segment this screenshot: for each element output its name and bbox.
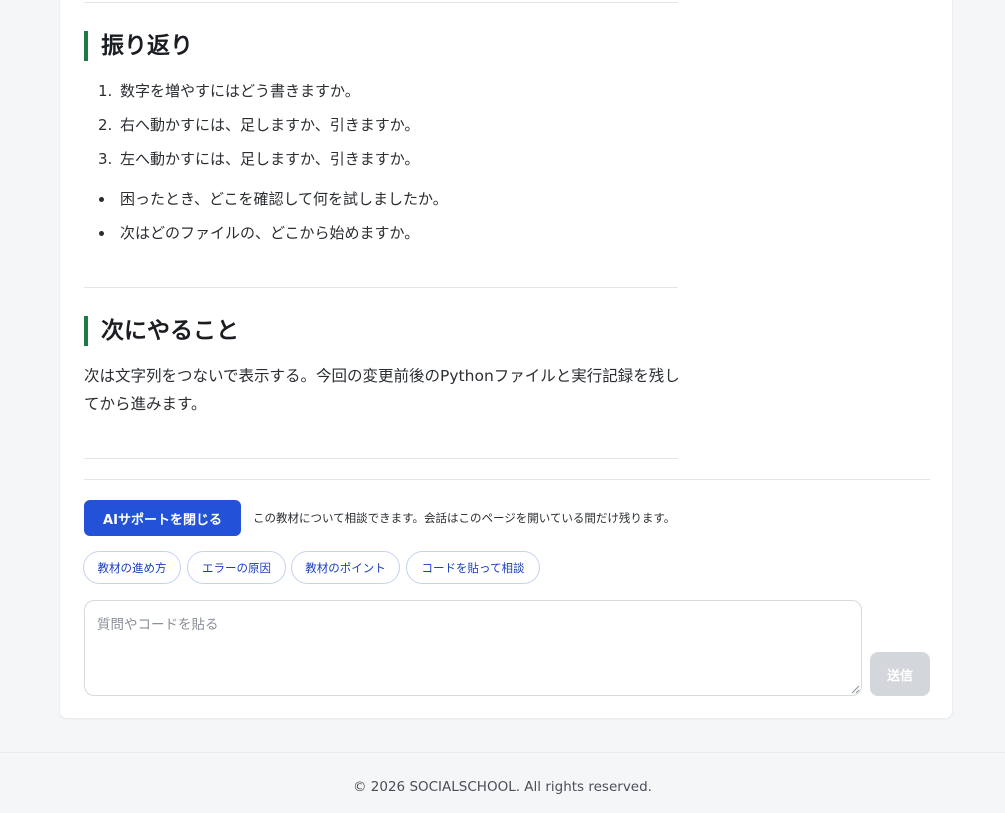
review-heading: 振り返り <box>84 31 193 61</box>
chip-lesson-progress[interactable]: 教材の進め方 <box>83 551 181 584</box>
chip-error-cause[interactable]: エラーの原因 <box>187 551 286 584</box>
review-question-1: 1. 数字を増やすにはどう書きますか。 <box>98 82 360 100</box>
footer-divider <box>0 752 1005 753</box>
review-bullet-1: 困ったとき、どこを確認して何を試しましたか。 <box>98 182 448 216</box>
chip-lesson-points[interactable]: 教材のポイント <box>291 551 400 584</box>
next-paragraph: 次は文字列をつないで表示する。今回の変更前後のPythonファイルと実行記録を残… <box>84 367 680 413</box>
top-divider <box>84 2 678 3</box>
ai-support-note: この教材について相談できます。会話はこのページを開いている間だけ残ります。 <box>253 511 676 525</box>
review-bullet-2: 次はどのファイルの、どこから始めますか。 <box>98 216 448 250</box>
content-end-divider <box>84 458 678 459</box>
review-question-3: 3. 左へ動かすには、足しますか、引きますか。 <box>98 150 420 168</box>
resize-handle-icon[interactable] <box>850 684 860 694</box>
section-divider <box>84 287 678 288</box>
ai-divider <box>84 479 930 480</box>
lesson-card: 振り返り 1. 数字を増やすにはどう書きますか。 2. 右へ動かすには、足しますか、… <box>59 0 953 719</box>
send-button[interactable]: 送信 <box>870 652 930 696</box>
review-ordered-list: 1. 数字を増やすにはどう書きますか。 2. 右へ動かすには、足しますか、引きますか… <box>98 74 419 176</box>
review-question-2: 2. 右へ動かすには、足しますか、引きますか。 <box>98 116 420 134</box>
review-bullet-list: 困ったとき、どこを確認して何を試しましたか。 次はどのファイルの、どこから始めま… <box>98 182 448 250</box>
next-heading: 次にやること <box>84 316 239 346</box>
footer-copyright: © 2026 SOCIALSCHOOL. All rights reserved… <box>353 779 652 795</box>
chip-paste-code[interactable]: コードを貼って相談 <box>406 551 540 584</box>
question-input[interactable] <box>84 600 862 696</box>
close-ai-support-button[interactable]: AIサポートを閉じる <box>84 500 241 536</box>
